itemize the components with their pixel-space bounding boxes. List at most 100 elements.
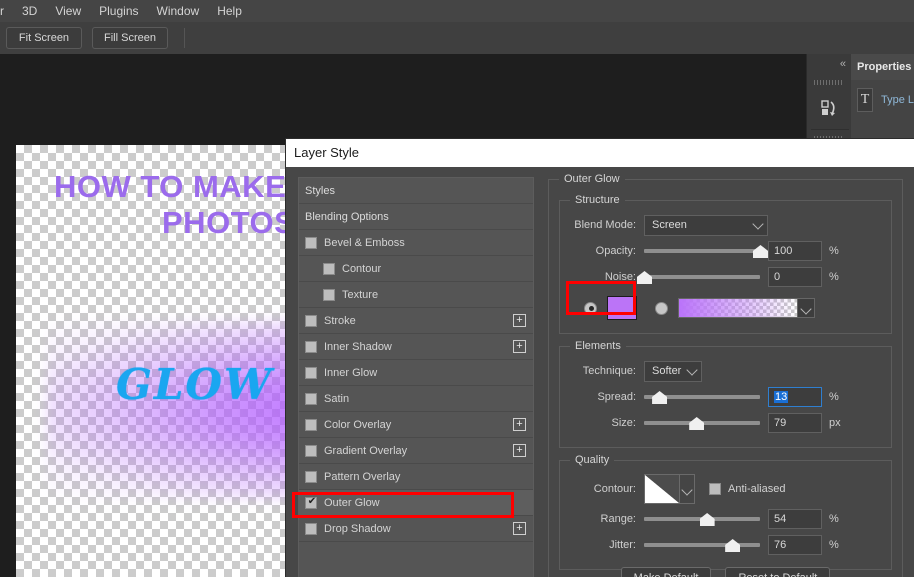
spread-input[interactable]: 13 <box>768 387 822 407</box>
styles-list[interactable]: StylesBlending OptionsBevel & EmbossCont… <box>298 177 534 577</box>
menu-item-filter-partial[interactable]: r <box>0 0 13 22</box>
style-checkbox[interactable] <box>305 497 317 509</box>
opacity-slider-thumb[interactable] <box>753 245 768 258</box>
collapse-panels-icon[interactable]: « <box>840 58 845 70</box>
opacity-unit: % <box>829 245 839 257</box>
contour-chevron-down-icon[interactable] <box>680 474 695 504</box>
menu-item-view[interactable]: View <box>46 0 90 22</box>
style-checkbox[interactable] <box>305 523 317 535</box>
spread-label: Spread: <box>570 391 644 403</box>
menu-bar: r 3D View Plugins Window Help <box>0 0 914 22</box>
noise-slider[interactable] <box>644 267 760 287</box>
fill-screen-button[interactable]: Fill Screen <box>92 27 168 49</box>
add-effect-plus-icon[interactable]: + <box>513 340 526 353</box>
dock-grip-1[interactable] <box>814 80 842 85</box>
style-row-outer-glow[interactable]: Outer Glow <box>299 490 533 516</box>
opacity-input[interactable]: 100 <box>768 241 822 261</box>
properties-tabbar: Properties <box>851 54 914 80</box>
size-slider[interactable] <box>644 413 760 433</box>
style-row-satin[interactable]: Satin <box>299 386 533 412</box>
outer-glow-group: Outer Glow Structure Blend Mode: Screen <box>548 179 903 577</box>
style-row-gradient-overlay[interactable]: Gradient Overlay + <box>299 438 533 464</box>
glow-color-swatch[interactable] <box>607 296 637 320</box>
menu-item-3d[interactable]: 3D <box>13 0 46 22</box>
style-row-pattern-overlay[interactable]: Pattern Overlay <box>299 464 533 490</box>
glow-gradient-preview[interactable] <box>678 298 798 318</box>
reset-to-default-button[interactable]: Reset to Default <box>725 567 830 577</box>
style-checkbox[interactable] <box>323 289 335 301</box>
contour-row: Contour: Anti-aliased <box>570 473 881 505</box>
add-effect-plus-icon[interactable]: + <box>513 522 526 535</box>
outer-glow-group-legend: Outer Glow <box>559 173 625 185</box>
add-effect-plus-icon[interactable]: + <box>513 418 526 431</box>
range-label: Range: <box>570 513 644 525</box>
make-default-button[interactable]: Make Default <box>621 567 712 577</box>
menu-item-window[interactable]: Window <box>148 0 209 22</box>
style-checkbox[interactable] <box>305 445 317 457</box>
glow-gradient-radio[interactable] <box>655 302 668 315</box>
chevron-down-icon <box>752 218 763 229</box>
technique-row: Technique: Softer <box>570 359 881 383</box>
noise-unit: % <box>829 271 839 283</box>
style-checkbox[interactable] <box>305 367 317 379</box>
technique-label: Technique: <box>570 365 644 377</box>
range-input[interactable]: 54 <box>768 509 822 529</box>
menu-item-plugins[interactable]: Plugins <box>90 0 147 22</box>
add-effect-plus-icon[interactable]: + <box>513 444 526 457</box>
range-slider[interactable] <box>644 509 760 529</box>
style-row-styles[interactable]: Styles <box>299 178 533 204</box>
style-row-color-overlay[interactable]: Color Overlay+ <box>299 412 533 438</box>
style-row-label: Gradient Overlay <box>324 445 407 457</box>
spread-slider-thumb[interactable] <box>652 391 667 404</box>
technique-select[interactable]: Softer <box>644 361 702 382</box>
add-effect-plus-icon[interactable]: + <box>513 314 526 327</box>
style-checkbox[interactable] <box>323 263 335 275</box>
jitter-slider-thumb[interactable] <box>725 539 740 552</box>
style-checkbox[interactable] <box>305 471 317 483</box>
style-row-contour[interactable]: Contour <box>299 256 533 282</box>
actions-panel-icon[interactable] <box>811 86 849 130</box>
noise-label: Noise: <box>570 271 644 283</box>
anti-aliased-checkbox[interactable] <box>709 483 721 495</box>
size-unit: px <box>829 417 841 429</box>
style-row-blending-options[interactable]: Blending Options <box>299 204 533 230</box>
menu-item-help[interactable]: Help <box>208 0 251 22</box>
gradient-chevron-down-icon[interactable] <box>798 298 815 318</box>
glow-color-radio[interactable] <box>584 302 597 315</box>
style-row-label: Drop Shadow <box>324 523 391 535</box>
style-row-bevel-emboss[interactable]: Bevel & Emboss <box>299 230 533 256</box>
style-row-stroke[interactable]: Stroke+ <box>299 308 533 334</box>
style-row-label: Satin <box>324 393 349 405</box>
style-checkbox[interactable] <box>305 393 317 405</box>
anti-aliased-control[interactable]: Anti-aliased <box>709 483 785 495</box>
layer-style-dialog: Layer Style StylesBlending OptionsBevel … <box>285 138 914 577</box>
blend-mode-select[interactable]: Screen <box>644 215 768 236</box>
opacity-slider[interactable] <box>644 241 760 261</box>
style-row-drop-shadow[interactable]: Drop Shadow + <box>299 516 533 542</box>
size-label: Size: <box>570 417 644 429</box>
structure-legend: Structure <box>570 194 625 206</box>
contour-preview[interactable] <box>644 474 680 504</box>
fit-screen-button[interactable]: Fit Screen <box>6 27 82 49</box>
size-input[interactable]: 79 <box>768 413 822 433</box>
jitter-slider[interactable] <box>644 535 760 555</box>
spread-slider[interactable] <box>644 387 760 407</box>
style-row-inner-glow[interactable]: Inner Glow <box>299 360 533 386</box>
tab-properties[interactable]: Properties <box>851 54 914 80</box>
size-slider-thumb[interactable] <box>689 417 704 430</box>
noise-input[interactable]: 0 <box>768 267 822 287</box>
properties-type-label: Type L <box>881 94 914 106</box>
style-checkbox[interactable] <box>305 237 317 249</box>
style-row-inner-shadow[interactable]: Inner Shadow+ <box>299 334 533 360</box>
dialog-body: StylesBlending OptionsBevel & EmbossCont… <box>286 167 914 577</box>
style-row-texture[interactable]: Texture <box>299 282 533 308</box>
opacity-row: Opacity: 100 % <box>570 239 881 263</box>
style-row-label: Pattern Overlay <box>324 471 400 483</box>
quality-group: Quality Contour: Anti-aliased Range: <box>559 460 892 570</box>
jitter-input[interactable]: 76 <box>768 535 822 555</box>
range-slider-thumb[interactable] <box>700 513 715 526</box>
style-checkbox[interactable] <box>305 341 317 353</box>
style-checkbox[interactable] <box>305 419 317 431</box>
style-checkbox[interactable] <box>305 315 317 327</box>
style-row-label: Texture <box>342 289 378 301</box>
